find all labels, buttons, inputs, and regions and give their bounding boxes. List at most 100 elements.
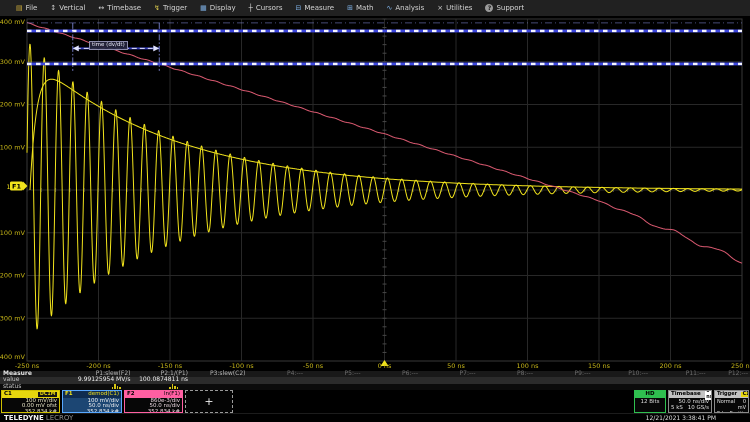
menu-item-label: File <box>26 5 38 12</box>
y-axis-label: -400 mV <box>0 353 26 361</box>
x-axis-label: 250 ns <box>731 362 750 370</box>
trigger-box[interactable]: TriggerC1DCNormal0 mVEdgePositive <box>714 390 749 413</box>
menu-item-support[interactable]: ?Support <box>485 4 524 12</box>
menu-item-utilities[interactable]: ×Utilities <box>437 5 472 12</box>
waveform-display: F11 400 mV 300 mV 200 mV 100 mV -100 mV -200 m… <box>0 0 750 372</box>
trace-box-body: 100 mV/div50.0 ns/div352.834 k# <box>63 398 121 413</box>
x-axis-label: -150 ns <box>158 362 183 370</box>
arrow-right-icon <box>153 45 159 51</box>
measure-icon: ⊟ <box>295 5 301 12</box>
cursor-time-label[interactable]: time (dv/dt) <box>89 41 128 50</box>
menu-item-label: Cursors <box>256 5 283 12</box>
x-axis-label: -100 ns <box>229 362 254 370</box>
trace-function-label: ln(F1) <box>164 391 180 398</box>
histogram-icon <box>169 384 178 389</box>
timebase-header: Timebase0 ns <box>669 391 711 398</box>
y-axis-label: 300 mV <box>0 58 26 66</box>
timebase-icon: ↔ <box>98 5 104 12</box>
menu-item-label: Measure <box>304 5 334 12</box>
x-axis-label: 200 ns <box>660 362 683 370</box>
f1-zero-marker-label: F1 <box>12 183 21 191</box>
trace-id: F1 <box>65 391 73 398</box>
trigger-mode-row: Normal0 mV <box>717 399 746 411</box>
brand-logo: TELEDYNELECROY <box>4 414 73 422</box>
menu-item-display[interactable]: ▦Display <box>200 5 235 12</box>
trace-box-f1[interactable]: F1 demod(C1)100 mV/div50.0 ns/div352.834 … <box>62 390 122 413</box>
trigger-mode: Normal <box>717 399 735 411</box>
trace-descriptor-bar: C1DC1M100 mV/div0.00 mV ofst352.834 k#F1… <box>0 390 750 413</box>
trigger-title: Trigger <box>717 391 737 398</box>
clock: 12/21/2021 3:38:41 PM <box>646 414 716 422</box>
trace-function-label: demod(C1) <box>88 391 119 398</box>
trace-box-header: F2ln(F1) <box>125 391 182 398</box>
add-trace-button[interactable]: + <box>185 390 233 413</box>
brand-lecroy: LECROY <box>46 414 73 422</box>
trace-box-c1[interactable]: C1 DC1M100 mV/div0.00 mV ofst352.834 k# <box>1 390 60 413</box>
oscilloscope-app: ▤File↕Vertical↔Timebase↯Trigger▦Display┼… <box>0 0 750 422</box>
hd-badge[interactable]: HD12 Bits <box>634 390 666 413</box>
trigger-source-badge: C1 <box>741 392 749 398</box>
histogram-icon <box>112 384 121 389</box>
x-axis-label: 100 ns <box>517 362 540 370</box>
y-axis-label: -100 mV <box>0 229 26 237</box>
menu-item-label: Timebase <box>107 5 141 12</box>
menu-item-cursors[interactable]: ┼Cursors <box>249 5 283 12</box>
file-icon: ▤ <box>16 5 23 12</box>
cursors-icon: ┼ <box>249 5 253 12</box>
status-bar: TELEDYNELECROY 12/21/2021 3:38:41 PM <box>0 413 750 422</box>
trigger-icon: ↯ <box>154 5 160 12</box>
trigger-body: Normal0 mVEdgePositive <box>715 398 748 413</box>
display-icon: ▦ <box>200 5 207 12</box>
menu-item-analysis[interactable]: ∿Analysis <box>387 5 425 12</box>
measure-panel: MeasureP1:slew(F2)P2:1/(P1)P3:slew(C2)P4… <box>0 371 750 390</box>
analysis-icon: ∿ <box>387 5 393 12</box>
x-axis-label: -200 ns <box>86 362 111 370</box>
menu-item-label: Analysis <box>395 5 424 12</box>
x-axis-label: 150 ns <box>588 362 611 370</box>
menu-item-math[interactable]: ⊞Math <box>347 5 373 12</box>
c1-zero-marker[interactable]: 1 <box>7 184 11 191</box>
trace-box-body: 100 mV/div0.00 mV ofst352.834 k# <box>2 398 59 413</box>
brand-teledyne: TELEDYNE <box>4 414 44 422</box>
menu-item-label: Math <box>356 5 374 12</box>
y-axis-label: 400 mV <box>0 18 26 26</box>
menu-item-label: Support <box>496 5 524 12</box>
y-axis-label: 100 mV <box>0 143 26 151</box>
vertical-icon: ↕ <box>50 5 56 12</box>
x-axis-label: -50 ns <box>303 362 324 370</box>
support-icon: ? <box>485 4 493 12</box>
trigger-level: 0 mV <box>735 399 746 411</box>
coupling-badge: DC1M <box>38 392 57 398</box>
x-axis-label: 0 ns <box>378 362 392 370</box>
menu-item-measure[interactable]: ⊟Measure <box>295 5 334 12</box>
math-icon: ⊞ <box>347 5 353 12</box>
hd-bits: 12 Bits <box>635 398 665 406</box>
timebase-box[interactable]: Timebase0 ns50.0 ns/div5 kS10 GS/s <box>668 390 712 413</box>
timebase-samples: 5 kS <box>671 405 683 411</box>
menu-item-trigger[interactable]: ↯Trigger <box>154 5 187 12</box>
arrow-left-icon <box>73 45 79 51</box>
trace-box-f2[interactable]: F2ln(F1)860e-3/div50.0 ns/div352.834 k# <box>124 390 183 413</box>
y-axis-label: -200 mV <box>0 272 26 280</box>
y-axis-label: -300 mV <box>0 314 26 322</box>
menu-item-timebase[interactable]: ↔Timebase <box>98 5 141 12</box>
trace-id: C1 <box>4 391 12 398</box>
x-axis-label: 50 ns <box>447 362 465 370</box>
menu-item-label: Vertical <box>59 5 85 12</box>
utilities-icon: × <box>437 5 443 12</box>
trace-box-body: 860e-3/div50.0 ns/div352.834 k# <box>125 398 182 413</box>
timebase-rate: 10 GS/s <box>688 405 709 411</box>
menu-item-vertical[interactable]: ↕Vertical <box>50 5 85 12</box>
hd-header: HD <box>635 391 665 398</box>
menu-item-label: Display <box>210 5 236 12</box>
trace-box-header: F1 demod(C1) <box>63 391 121 398</box>
x-axis-label: -250 ns <box>15 362 40 370</box>
menu-bar: ▤File ↕Vertical ↔Timebase ↯Trigger ▦Display ┼… <box>0 0 750 17</box>
y-axis-label: 200 mV <box>0 101 26 109</box>
menu-item-label: Utilities <box>446 5 472 12</box>
menu-item-file[interactable]: ▤File <box>16 5 37 12</box>
timebase-body: 50.0 ns/div5 kS10 GS/s <box>669 398 711 412</box>
trace-box-header: C1 DC1M <box>2 391 59 398</box>
timebase-sampling: 5 kS 10 GS/s <box>671 405 709 411</box>
menu-item-label: Trigger <box>163 5 187 12</box>
